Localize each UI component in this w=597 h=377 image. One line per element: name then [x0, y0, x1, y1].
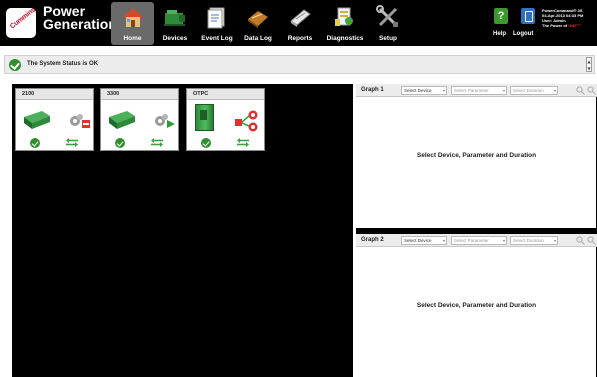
nav-data-log[interactable]: Data Log: [238, 2, 278, 45]
device-card-2100[interactable]: 2100: [15, 88, 94, 151]
chevron-down-icon: ▾: [442, 238, 445, 243]
zoom-out-icon[interactable]: [587, 236, 596, 245]
ok-check-icon: [30, 138, 40, 148]
logout-label[interactable]: Logout: [513, 31, 533, 37]
zoom-in-icon[interactable]: [576, 236, 585, 245]
running-icon: [167, 120, 175, 128]
device-name: 2100: [16, 89, 93, 100]
diagnostics-icon: [335, 7, 353, 26]
ok-check-icon: [201, 138, 211, 148]
chevron-down-icon: ▾: [502, 238, 505, 243]
device-name: OTPC: [187, 89, 264, 100]
help-button[interactable]: ?: [494, 8, 508, 24]
generator-icon: [24, 111, 50, 129]
chevron-down-icon: ▾: [502, 88, 505, 93]
brand-line-2: Generation: [43, 16, 117, 32]
chevron-down-icon: ▾: [553, 88, 556, 93]
transfer-arrows-icon: [151, 138, 163, 147]
help-label[interactable]: Help: [493, 31, 506, 37]
device-name: 3300: [101, 89, 178, 100]
device-select[interactable]: Select Device ▾: [401, 236, 447, 245]
status-scrollbar[interactable]: ▲ ▼: [586, 57, 592, 72]
graph-2-panel: Graph 2 Select Device ▾ Select Parameter ▾…: [356, 234, 597, 377]
graph-title: Graph 1: [361, 87, 384, 93]
transfer-arrows-icon: [66, 138, 78, 147]
setup-icon: [376, 5, 398, 27]
graph-1-panel: Graph 1 Select Device ▾ Select Parameter ▾…: [356, 84, 597, 228]
duration-select[interactable]: Select Duration ▾: [510, 236, 558, 245]
duration-select[interactable]: Select Duration ▾: [510, 86, 558, 95]
nav-setup[interactable]: Setup: [368, 2, 408, 45]
graph-toolbar: Graph 1 Select Device ▾ Select Parameter ▾…: [356, 84, 597, 97]
scroll-down-arrow-icon[interactable]: ▼: [587, 65, 591, 72]
nav-diagnostics[interactable]: Diagnostics: [322, 2, 368, 45]
reports-icon: [290, 9, 311, 27]
nav-home[interactable]: Home: [111, 2, 154, 45]
ok-check-icon: [115, 138, 125, 148]
graph-placeholder-message: Select Device, Parameter and Duration: [416, 302, 537, 309]
graph-title: Graph 2: [361, 237, 384, 243]
top-navigation-bar: Cummins Power Generation Home Devices Ev…: [0, 0, 597, 46]
status-ok-icon: [9, 59, 21, 71]
device-select[interactable]: Select Device ▾: [401, 86, 447, 95]
transfer-icon: [235, 110, 258, 132]
parameter-select[interactable]: Select Parameter ▾: [451, 236, 507, 245]
data-log-icon: [248, 11, 268, 28]
transfer-arrows-icon: [237, 138, 249, 147]
devices-icon: [164, 10, 185, 26]
stopped-icon: [82, 120, 90, 128]
device-card-otpc[interactable]: OTPC: [186, 88, 265, 151]
system-status-bar: The System Status is OK ▲ ▼: [4, 55, 595, 74]
system-status-text: The System Status is OK: [27, 61, 99, 67]
zoom-in-icon[interactable]: [576, 86, 585, 95]
zoom-out-icon[interactable]: [587, 86, 596, 95]
event-log-icon: [207, 7, 225, 29]
graph-toolbar: Graph 2 Select Device ▾ Select Parameter ▾…: [356, 234, 597, 247]
home-icon: [122, 8, 143, 27]
tagline: The Power of ONE™: [542, 23, 581, 28]
chevron-down-icon: ▾: [442, 88, 445, 93]
user-info: PowerCommand® 3S 04-Apr-2013 04:33 PM Us…: [542, 8, 583, 28]
parameter-select[interactable]: Select Parameter ▾: [451, 86, 507, 95]
chevron-down-icon: ▾: [553, 238, 556, 243]
logout-button[interactable]: [521, 8, 535, 24]
devices-panel: 2100 3300 OTPC: [12, 84, 353, 377]
nav-event-log[interactable]: Event Log: [196, 2, 238, 45]
nav-devices[interactable]: Devices: [154, 2, 196, 45]
cummins-badge: Cummins: [6, 7, 37, 38]
nav-reports[interactable]: Reports: [278, 2, 322, 45]
generator-icon: [109, 111, 135, 129]
brand-title: Power Generation: [43, 4, 117, 32]
graph-placeholder-message: Select Device, Parameter and Duration: [416, 152, 537, 159]
scroll-up-arrow-icon[interactable]: ▲: [587, 58, 591, 65]
device-card-3300[interactable]: 3300: [100, 88, 179, 151]
transfer-switch-cabinet-icon: [195, 104, 214, 131]
main-nav: Home Devices Event Log Data Log Reports …: [111, 2, 408, 45]
